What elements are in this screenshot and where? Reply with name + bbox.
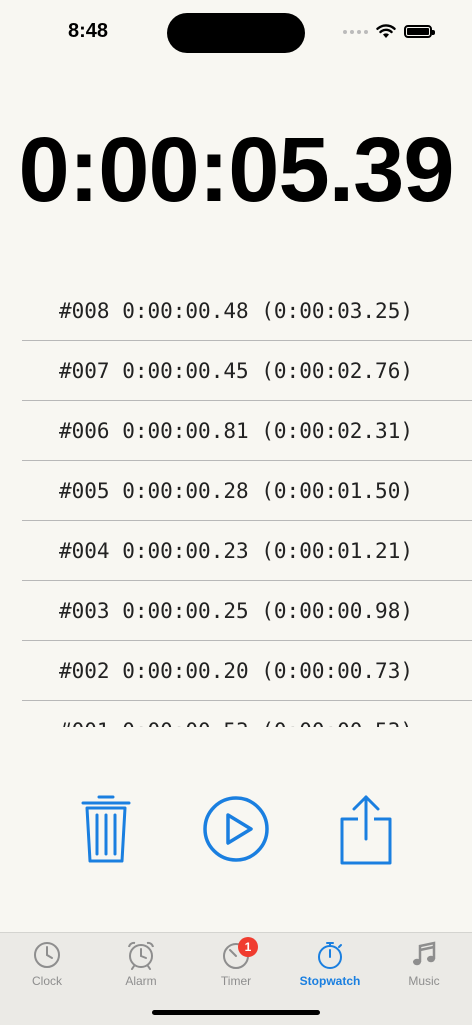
control-bar <box>0 792 472 866</box>
tab-bar: Clock Alarm 1 Timer Stopwatch Music <box>0 932 472 1025</box>
lap-row: #001 0:00:00.53 (0:00:00.53) <box>22 701 472 728</box>
trash-icon <box>81 795 131 863</box>
tab-label: Clock <box>31 974 62 988</box>
timer-badge: 1 <box>238 937 258 957</box>
clock-icon <box>31 939 63 971</box>
play-icon <box>203 796 269 862</box>
music-note-icon <box>408 939 440 971</box>
lap-row: #008 0:00:00.48 (0:00:03.25) <box>22 281 472 341</box>
lap-row: #006 0:00:00.81 (0:00:02.31) <box>22 401 472 461</box>
share-icon <box>340 795 392 865</box>
home-indicator[interactable] <box>152 1010 320 1015</box>
status-indicators <box>343 24 435 39</box>
cellular-signal-icon <box>343 29 368 34</box>
tab-music[interactable]: Music <box>377 939 471 995</box>
lap-row: #007 0:00:00.45 (0:00:02.76) <box>22 341 472 401</box>
wifi-icon <box>376 24 396 38</box>
tab-timer[interactable]: 1 Timer <box>189 937 283 995</box>
alarm-clock-icon <box>125 939 157 971</box>
stopwatch-icon <box>314 939 346 971</box>
lap-row: #002 0:00:00.20 (0:00:00.73) <box>22 641 472 701</box>
lap-list[interactable]: #008 0:00:00.48 (0:00:03.25) #007 0:00:0… <box>22 281 472 727</box>
battery-icon <box>404 25 435 38</box>
tab-label: Music <box>408 974 440 988</box>
tab-alarm[interactable]: Alarm <box>94 939 188 995</box>
reset-button[interactable] <box>71 792 141 866</box>
tab-label: Stopwatch <box>299 974 361 988</box>
dynamic-island <box>167 13 305 53</box>
timer-icon: 1 <box>220 937 258 971</box>
elapsed-time: 0:00:05.39 <box>18 119 455 221</box>
status-time: 8:48 <box>68 20 109 42</box>
lap-row: #005 0:00:00.28 (0:00:01.50) <box>22 461 472 521</box>
start-button[interactable] <box>201 792 271 866</box>
tab-label: Timer <box>220 974 252 988</box>
tab-stopwatch[interactable]: Stopwatch <box>283 939 377 995</box>
lap-row: #003 0:00:00.25 (0:00:00.98) <box>22 581 472 641</box>
lap-row: #004 0:00:00.23 (0:00:01.21) <box>22 521 472 581</box>
tab-label: Alarm <box>125 974 157 988</box>
share-button[interactable] <box>331 792 401 866</box>
tab-clock[interactable]: Clock <box>0 939 94 995</box>
